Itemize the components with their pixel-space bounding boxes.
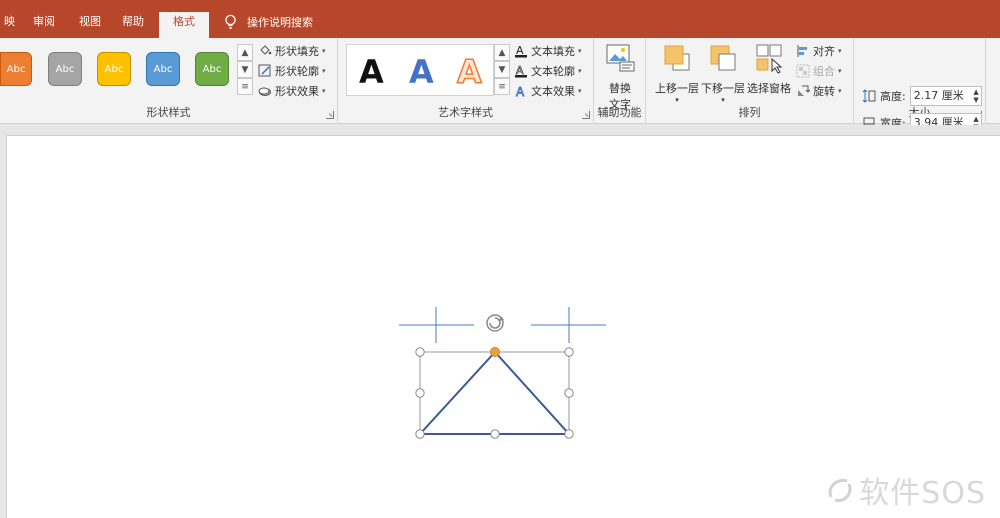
alt-text-label-1: 替换 <box>609 82 631 95</box>
ribbon-tab-bar: 映 审阅 视图 帮助 格式 操作说明搜索 <box>0 0 1000 39</box>
gallery-up-button[interactable]: ▲ <box>237 44 253 61</box>
lightbulb-icon <box>225 14 236 29</box>
shape-effects-button[interactable]: 形状效果 ▾ <box>258 82 326 100</box>
chevron-down-icon: ▾ <box>322 47 326 55</box>
shape-style-preset-orange[interactable]: Abc <box>0 52 32 86</box>
send-backward-icon <box>710 45 736 71</box>
shape-outline-button[interactable]: 形状轮廓 ▾ <box>258 62 326 80</box>
group-size: 大小 <box>854 38 986 124</box>
gallery-down-button[interactable]: ▼ <box>237 61 253 78</box>
height-spinner[interactable]: ▲ ▼ <box>973 88 978 104</box>
gallery-more-button[interactable]: ≡ <box>237 78 253 95</box>
watermark: 软件SOS <box>825 468 986 512</box>
group-objects-label: 组合 <box>813 65 835 78</box>
shape-style-preset-blue[interactable]: Abc <box>146 52 180 86</box>
shape-style-preset-gold[interactable]: Abc <box>97 52 131 86</box>
tab-format[interactable]: 格式 <box>159 12 209 39</box>
tell-me-label: 操作说明搜索 <box>247 16 313 29</box>
bring-forward-icon <box>664 45 690 71</box>
align-icon <box>797 45 807 57</box>
align-button[interactable]: 对齐 ▾ <box>796 42 842 60</box>
tell-me-search[interactable]: 操作说明搜索 <box>224 14 313 30</box>
group-shape-styles: Abc Abc Abc Abc Abc ▲ ▼ ≡ 形状填充 ▾ 形状轮廓 ▾ … <box>0 38 338 124</box>
chevron-down-icon: ▾ <box>838 67 842 75</box>
tab-slideshow[interactable]: 映 <box>0 12 19 38</box>
shape-effects-label: 形状效果 <box>275 85 319 98</box>
paint-bucket-icon <box>260 45 272 55</box>
tab-view[interactable]: 视图 <box>75 12 105 38</box>
height-field[interactable]: 2.17 厘米 ▲ ▼ <box>909 86 982 106</box>
shape-effects-icon <box>258 87 271 96</box>
shape-outline-label: 形状轮廓 <box>275 65 319 78</box>
group-arrange: 上移一层 ▾ 下移一层 ▾ 选择窗格 对齐 ▾ 组合 ▾ 旋转 ▾ 排列 <box>646 38 854 124</box>
height-value: 2.17 厘米 <box>913 89 964 102</box>
alt-text-button[interactable]: 替换 文字 <box>604 42 636 112</box>
pencil-outline-icon <box>258 64 271 77</box>
send-backward-button[interactable]: 下移一层 ▾ <box>700 42 746 104</box>
shape-style-gallery-scroll: ▲ ▼ ≡ <box>237 44 253 95</box>
chevron-down-icon: ▾ <box>675 96 679 104</box>
rotate-button[interactable]: 旋转 ▾ <box>796 82 842 100</box>
slide-workspace <box>0 125 1000 518</box>
height-label: 高度: <box>880 90 906 103</box>
chevron-down-icon: ▾ <box>721 96 725 104</box>
bring-forward-label: 上移一层 <box>655 82 699 95</box>
watermark-text: 软件SOS <box>859 476 986 511</box>
group-objects-button[interactable]: 组合 ▾ <box>796 62 842 80</box>
chevron-down-icon: ▾ <box>838 87 842 95</box>
group-label-shape-styles: 形状样式 <box>146 106 191 119</box>
chevron-down-icon: ▾ <box>322 87 326 95</box>
shape-style-preset-gray[interactable]: Abc <box>48 52 82 86</box>
alt-text-icon <box>606 44 635 72</box>
group-label-accessibility: 辅助功能 <box>597 106 642 119</box>
align-label: 对齐 <box>813 45 835 58</box>
shape-style-preset-green[interactable]: Abc <box>195 52 229 86</box>
ribbon: Abc Abc Abc Abc Abc ▲ ▼ ≡ 形状填充 ▾ 形状轮廓 ▾ … <box>0 38 1000 133</box>
bring-forward-button[interactable]: 上移一层 ▾ <box>654 42 700 104</box>
selection-pane-button[interactable]: 选择窗格 <box>746 42 792 96</box>
group-wordart-frame: 艺术字样式 <box>338 38 594 124</box>
dialog-launcher-icon[interactable] <box>582 111 590 119</box>
chevron-down-icon: ▾ <box>838 47 842 55</box>
send-backward-label: 下移一层 <box>701 82 745 95</box>
slide-canvas[interactable] <box>6 135 1000 518</box>
shape-fill-button[interactable]: 形状填充 ▾ <box>258 42 326 60</box>
selection-pane-icon <box>756 44 783 74</box>
group-label-arrange: 排列 <box>738 106 761 119</box>
group-accessibility: 替换 文字 辅助功能 <box>594 38 646 124</box>
dialog-launcher-icon[interactable] <box>326 111 334 119</box>
selection-pane-label: 选择窗格 <box>747 82 791 95</box>
height-icon <box>862 89 876 103</box>
rotate-label: 旋转 <box>813 85 835 98</box>
group-label-wordart-styles: 艺术字样式 <box>438 106 493 119</box>
height-control: 高度: 2.17 厘米 ▲ ▼ <box>862 86 982 106</box>
group-icon <box>796 64 810 78</box>
chevron-down-icon: ▾ <box>322 67 326 75</box>
shape-fill-label: 形状填充 <box>275 45 319 58</box>
watermark-logo-icon <box>828 478 852 503</box>
rotate-icon <box>798 85 810 96</box>
tab-help[interactable]: 帮助 <box>118 12 148 38</box>
tab-review[interactable]: 审阅 <box>29 12 59 38</box>
